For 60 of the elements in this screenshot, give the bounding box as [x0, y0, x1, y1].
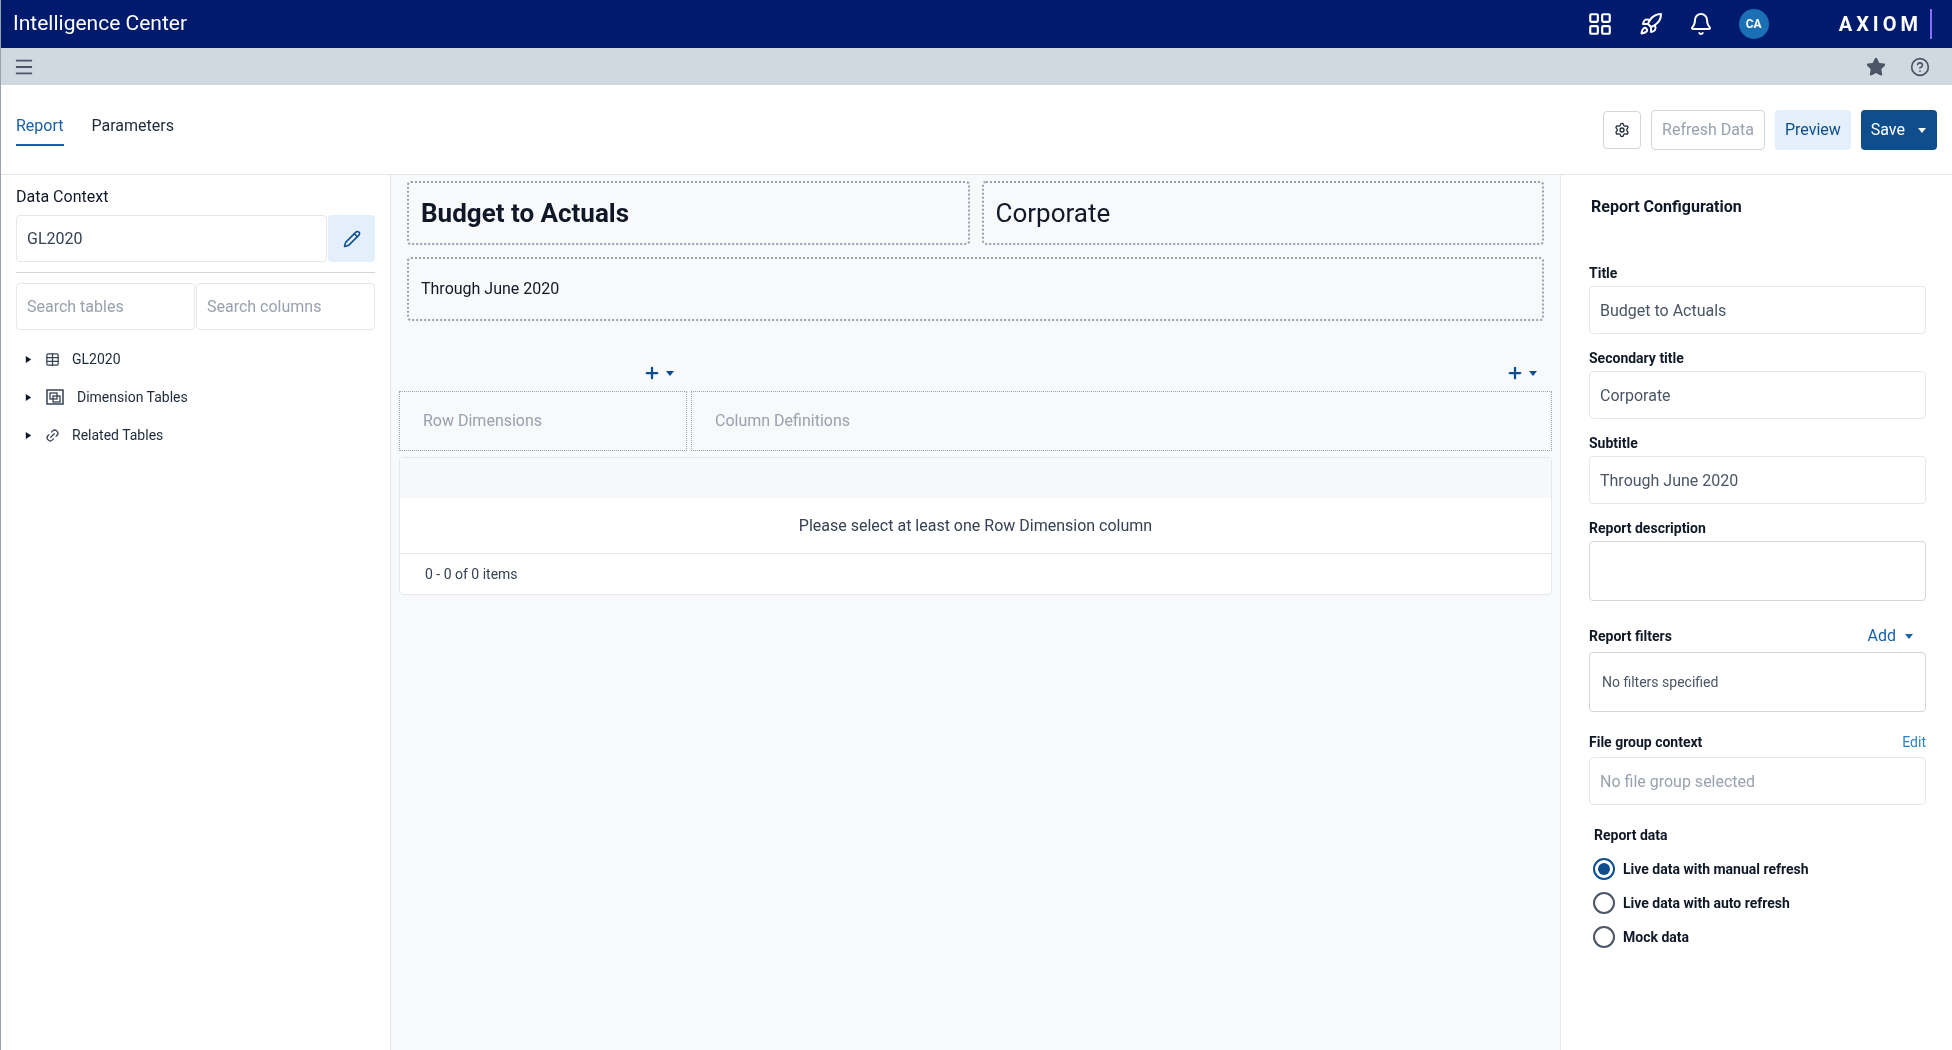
- text-field[interactable]: Corporate: [1589, 371, 1926, 419]
- section-label: Data Context: [16, 186, 110, 208]
- help-icon[interactable]: [1910, 56, 1930, 77]
- panel-heading: Report Configuration: [1590, 196, 1743, 218]
- radio-option[interactable]: Live data with manual refresh: [1589, 852, 1926, 886]
- search-field[interactable]: Search tables: [16, 283, 195, 330]
- dropdown-caret-icon: [1528, 368, 1538, 378]
- field-label: Report filters: [1589, 626, 1672, 646]
- dimension-table-icon: [45, 388, 65, 406]
- tree-item[interactable]: Dimension Tables: [16, 378, 375, 416]
- text-field[interactable]: Budget to Actuals: [1589, 286, 1926, 334]
- field-label: Subtitle: [1589, 434, 1639, 453]
- field-label: Report data: [1593, 826, 1669, 845]
- expand-caret-icon[interactable]: [24, 354, 33, 364]
- field-label: File group context: [1589, 733, 1703, 752]
- field-label: Secondary title: [1589, 349, 1685, 368]
- radio-button[interactable]: [1593, 892, 1615, 914]
- brand-logo: AXIOM: [1838, 9, 1932, 39]
- empty-message: Please select at least one Row Dimension column: [400, 498, 1551, 554]
- field-label: Report description: [1589, 519, 1707, 538]
- text-field[interactable]: Through June 2020: [1589, 456, 1926, 504]
- radio-option[interactable]: Mock data: [1589, 920, 1926, 954]
- tree-item[interactable]: GL2020: [16, 340, 375, 378]
- radio-option[interactable]: Live data with auto refresh: [1589, 886, 1926, 920]
- notification-icon[interactable]: [1688, 12, 1713, 36]
- search-field[interactable]: Search columns: [196, 283, 375, 330]
- field-label: Title: [1589, 264, 1619, 283]
- edit-link[interactable]: Edit: [1902, 732, 1926, 753]
- file-group-field[interactable]: No file group selected: [1589, 757, 1926, 805]
- radio-button[interactable]: [1593, 926, 1615, 948]
- expand-caret-icon[interactable]: [24, 392, 33, 402]
- secondary-title[interactable]: Corporate: [981, 181, 1544, 245]
- add-icon[interactable]: [1506, 364, 1524, 382]
- app-title: Intelligence Center: [13, 10, 188, 38]
- tab[interactable]: Report: [16, 113, 64, 146]
- save-button[interactable]: Save: [1860, 109, 1937, 150]
- description-field[interactable]: [1589, 541, 1926, 601]
- empty-filters-text: No filters specified: [1602, 672, 1719, 692]
- add-filter-button[interactable]: Add: [1867, 624, 1914, 648]
- toolbar-button[interactable]: Preview: [1774, 109, 1851, 150]
- radio-button[interactable]: [1593, 858, 1615, 880]
- pager-text: 0 - 0 of 0 items: [424, 564, 519, 584]
- star-icon[interactable]: [1866, 56, 1886, 77]
- settings-icon: [1614, 121, 1631, 138]
- table-icon: [45, 351, 60, 367]
- caret-icon: [1904, 631, 1914, 641]
- rocket-icon[interactable]: [1638, 12, 1663, 36]
- tree-item[interactable]: Related Tables: [16, 416, 375, 454]
- user-avatar[interactable]: CA: [1738, 9, 1769, 39]
- tab[interactable]: Parameters: [91, 113, 174, 146]
- report-title[interactable]: Budget to Actuals: [407, 181, 970, 245]
- data-context-field[interactable]: GL2020: [16, 215, 327, 262]
- report-subtitle[interactable]: Through June 2020: [407, 257, 1544, 321]
- expand-caret-icon[interactable]: [24, 430, 33, 440]
- dropdown-caret-icon: [665, 368, 675, 378]
- edit-button[interactable]: [328, 215, 375, 262]
- settings-button[interactable]: [1603, 110, 1642, 149]
- add-icon[interactable]: [643, 364, 661, 382]
- pencil-icon: [342, 229, 361, 248]
- apps-grid-icon[interactable]: [1586, 11, 1613, 37]
